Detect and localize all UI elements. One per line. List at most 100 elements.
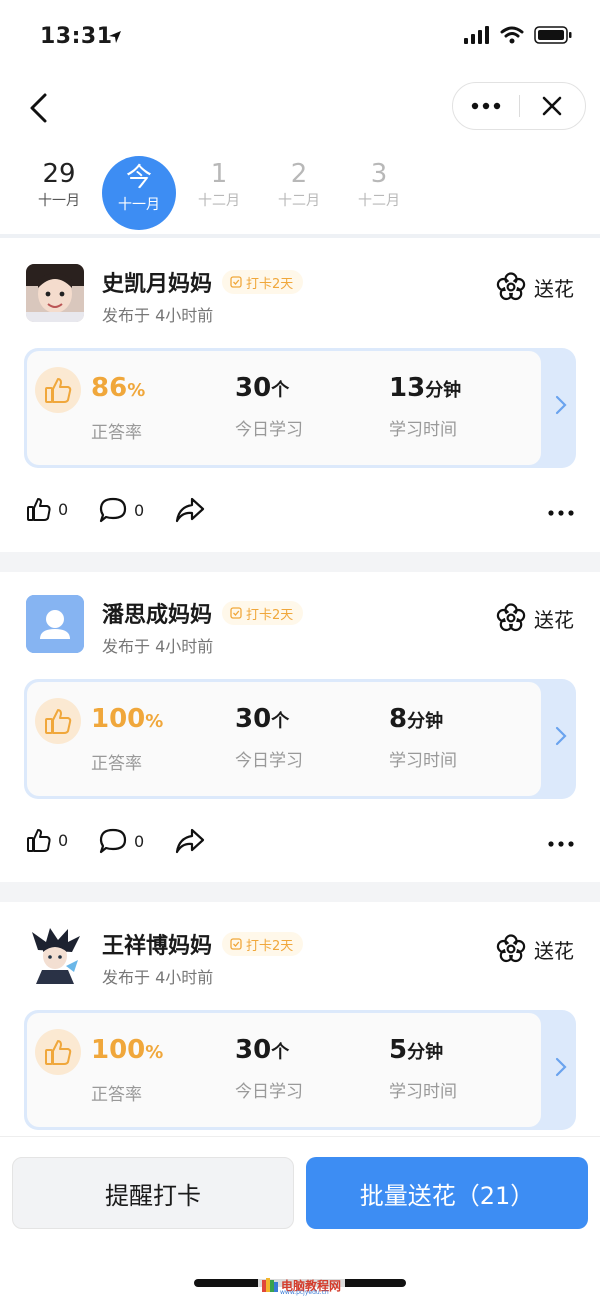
accuracy-label: 正答率 xyxy=(91,754,142,774)
thumbs-up-icon xyxy=(45,378,72,403)
stats-inner: 86% 正答率 30个 今日学习 13分钟 学习时间 xyxy=(27,351,541,465)
date-item-1[interactable]: 1 十二月 xyxy=(182,150,256,226)
post-time: 发布于 4小时前 xyxy=(102,968,214,987)
send-flower-button[interactable]: 送花 xyxy=(496,603,574,633)
today-count-unit: 个 xyxy=(271,380,290,401)
user-name[interactable]: 潘思成妈妈 xyxy=(102,597,212,629)
more-dots-icon xyxy=(548,510,574,516)
study-time-unit: 分钟 xyxy=(407,1042,444,1063)
close-icon xyxy=(542,96,562,116)
date-item-2[interactable]: 2 十二月 xyxy=(262,150,336,226)
study-time-label: 学习时间 xyxy=(389,420,457,440)
accuracy-unit: % xyxy=(127,380,146,401)
comment-button[interactable]: 0 xyxy=(98,496,144,524)
more-dots-icon xyxy=(548,841,574,847)
batch-send-flowers-button[interactable]: 批量送花（21） xyxy=(306,1157,588,1229)
chevron-right-icon xyxy=(555,726,567,746)
share-icon xyxy=(175,497,205,523)
send-flower-label: 送花 xyxy=(534,938,574,963)
remind-checkin-button[interactable]: 提醒打卡 xyxy=(12,1157,294,1229)
study-time-unit: 分钟 xyxy=(425,380,462,401)
date-month: 十二月 xyxy=(358,193,400,209)
status-bar: 13:31 xyxy=(0,0,600,76)
date-number: 今 xyxy=(125,163,152,193)
like-button[interactable]: 0 xyxy=(26,496,68,522)
watermark: 电脑教程网 www.pcjyedu.cn xyxy=(258,1274,346,1296)
chevron-right-icon xyxy=(555,395,567,415)
avatar-photo-icon xyxy=(26,264,84,322)
like-count: 0 xyxy=(58,499,69,519)
checkbox-icon xyxy=(230,276,242,288)
date-item-3[interactable]: 3 十二月 xyxy=(342,150,416,226)
today-count-label: 今日学习 xyxy=(235,751,303,771)
checkin-badge-label: 打卡2天 xyxy=(246,276,294,292)
avatar-anime-icon xyxy=(26,926,84,984)
study-time-value: 5 xyxy=(389,1035,408,1065)
post-more-button[interactable] xyxy=(548,510,574,516)
date-item-today[interactable]: 今 十一月 xyxy=(102,156,176,230)
watermark-logo-icon xyxy=(262,1278,278,1292)
checkin-badge: 打卡2天 xyxy=(222,932,304,956)
date-item-29[interactable]: 29 十一月 xyxy=(22,150,96,226)
thumbs-up-badge xyxy=(35,698,81,744)
user-name[interactable]: 史凯月妈妈 xyxy=(102,266,212,298)
status-time: 13:31 xyxy=(40,24,113,49)
today-count-value: 30 xyxy=(235,373,272,403)
date-number: 3 xyxy=(370,159,388,189)
comment-icon xyxy=(99,497,127,523)
today-count-unit: 个 xyxy=(271,1042,290,1063)
today-count-label: 今日学习 xyxy=(235,1082,303,1102)
mini-program-capsule xyxy=(452,82,586,130)
like-count: 0 xyxy=(58,830,69,850)
comment-count: 0 xyxy=(134,500,145,520)
like-button[interactable]: 0 xyxy=(26,827,68,853)
date-month: 十二月 xyxy=(198,193,240,209)
today-count-value: 30 xyxy=(235,1035,272,1065)
avatar[interactable] xyxy=(26,264,84,322)
send-flower-button[interactable]: 送花 xyxy=(496,272,574,302)
stats-inner: 100% 正答率 30个 今日学习 8分钟 学习时间 xyxy=(27,682,541,796)
watermark-url: www.pcjyedu.cn xyxy=(280,1289,329,1296)
study-stats-card[interactable]: 100% 正答率 30个 今日学习 8分钟 学习时间 xyxy=(24,679,576,799)
accuracy-stat: 86% 正答率 xyxy=(91,373,145,443)
study-stats-card[interactable]: 86% 正答率 30个 今日学习 13分钟 学习时间 xyxy=(24,348,576,468)
study-time-value: 13 xyxy=(389,373,426,403)
share-button[interactable] xyxy=(174,827,206,855)
send-flower-button[interactable]: 送花 xyxy=(496,934,574,964)
date-number: 1 xyxy=(210,159,228,189)
avatar[interactable] xyxy=(26,926,84,984)
comment-button[interactable]: 0 xyxy=(98,827,144,855)
avatar[interactable] xyxy=(26,595,84,653)
comment-count: 0 xyxy=(134,831,145,851)
accuracy-stat: 100% 正答率 xyxy=(91,704,163,774)
wifi-icon xyxy=(500,26,524,44)
chevron-right-icon xyxy=(555,1057,567,1077)
more-button[interactable] xyxy=(453,83,519,129)
thumbs-up-badge xyxy=(35,367,81,413)
cellular-signal-icon xyxy=(464,26,489,44)
back-button[interactable] xyxy=(18,86,58,130)
stats-inner: 100% 正答率 30个 今日学习 5分钟 学习时间 xyxy=(27,1013,541,1127)
share-button[interactable] xyxy=(174,496,206,524)
post-actions: 0 0 xyxy=(0,496,600,536)
post-more-button[interactable] xyxy=(548,841,574,847)
thumbs-up-icon xyxy=(45,1040,72,1065)
close-button[interactable] xyxy=(520,83,586,129)
battery-icon xyxy=(534,26,572,44)
today-count-label: 今日学习 xyxy=(235,420,303,440)
share-icon xyxy=(175,828,205,854)
divider xyxy=(0,234,600,238)
send-flower-label: 送花 xyxy=(534,607,574,632)
study-time-stat: 5分钟 学习时间 xyxy=(389,1035,457,1102)
study-time-stat: 13分钟 学习时间 xyxy=(389,373,461,440)
study-time-label: 学习时间 xyxy=(389,751,457,771)
user-name[interactable]: 王祥博妈妈 xyxy=(102,928,212,960)
section-divider xyxy=(0,552,600,572)
default-avatar-icon xyxy=(26,595,84,653)
location-arrow-icon xyxy=(109,31,121,43)
study-time-label: 学习时间 xyxy=(389,1082,457,1102)
study-stats-card[interactable]: 100% 正答率 30个 今日学习 5分钟 学习时间 xyxy=(24,1010,576,1130)
status-indicators xyxy=(464,26,572,44)
accuracy-value: 100 xyxy=(91,1035,146,1065)
send-flower-label: 送花 xyxy=(534,276,574,301)
